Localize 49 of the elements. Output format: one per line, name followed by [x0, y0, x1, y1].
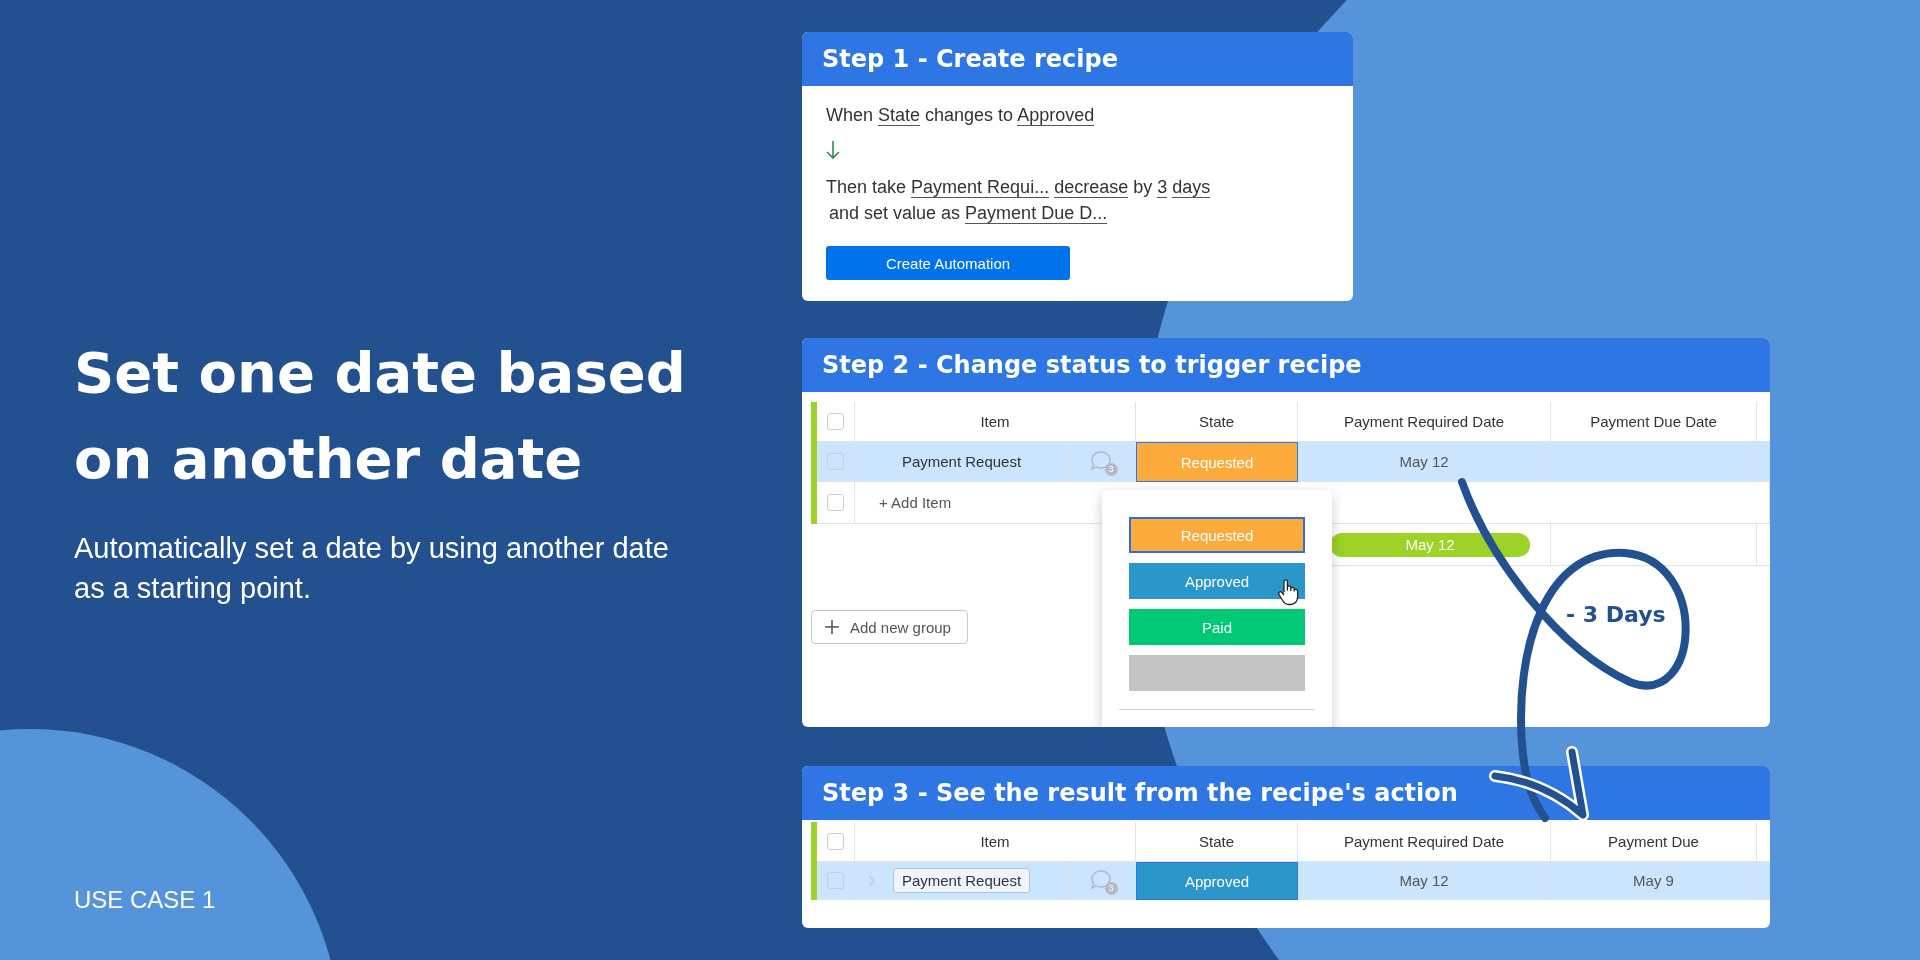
use-case-label: USE CASE 1: [74, 886, 217, 914]
step-title: Step 3 - See the result from the recipe's action: [802, 766, 1770, 820]
create-automation-button[interactable]: Create Automation: [826, 246, 1070, 280]
comment-count-badge: 3: [1104, 462, 1118, 476]
item-name-field[interactable]: Payment Request: [892, 868, 1031, 893]
column-header: Item: [855, 402, 1136, 442]
recipe-sentence: and set value as Payment Due D...: [828, 202, 1108, 226]
recipe-field-link[interactable]: Payment Due D...: [965, 203, 1108, 224]
recipe-field-link[interactable]: 3: [1157, 177, 1168, 198]
status-option[interactable]: [1129, 655, 1305, 691]
column-header: Payment Required Date: [1298, 402, 1551, 442]
checkbox[interactable]: [827, 872, 844, 889]
plus-icon: [824, 619, 840, 635]
column-header: State: [1136, 822, 1298, 862]
column-header: Payment Due Date: [1551, 402, 1757, 442]
column-header: Item: [855, 822, 1136, 862]
checkbox[interactable]: [827, 833, 844, 850]
checkbox[interactable]: [827, 413, 844, 430]
table-cell: [1757, 862, 1770, 900]
add-new-group-button[interactable]: Add new group: [811, 610, 968, 644]
column-header: State: [1136, 402, 1298, 442]
date-cell: May 12: [1298, 862, 1551, 900]
arrow-down-icon: [826, 140, 840, 160]
checkbox[interactable]: [827, 494, 844, 511]
comment-count-badge: 3: [1104, 881, 1118, 895]
comment-bubble-icon[interactable]: [1089, 868, 1112, 891]
hand-pointer-icon: [1277, 578, 1299, 606]
recipe-sentence: When State changes to Approved: [826, 104, 1095, 128]
recipe-field-link[interactable]: decrease: [1054, 177, 1129, 198]
description: Automatically set a date by using another date as a starting point.: [74, 531, 670, 606]
step-title: Step 1 - Create recipe: [802, 32, 1353, 86]
offset-label: - 3 Days: [1566, 602, 1666, 627]
checkbox[interactable]: [827, 453, 844, 470]
step-title: Step 2 - Change status to trigger recipe: [802, 338, 1770, 392]
headline: Set one date based on another date: [74, 339, 687, 493]
column-header: Payment Due: [1551, 822, 1757, 862]
column-header: Payment Required Date: [1298, 822, 1551, 862]
table-cell: [1757, 442, 1770, 482]
date-range-bar: May 12: [1330, 532, 1530, 557]
date-cell: May 12: [1298, 442, 1551, 482]
recipe-field-link[interactable]: State: [878, 105, 921, 126]
recipe-field-link[interactable]: Payment Requi...: [911, 177, 1050, 198]
item-name[interactable]: Payment Request: [901, 453, 1022, 470]
chevron-right-icon[interactable]: [867, 874, 875, 887]
recipe-field-link[interactable]: Approved: [1017, 105, 1095, 126]
recipe-sentence: Then take Payment Requi... decrease by 3 days: [826, 176, 1211, 200]
comment-bubble-icon[interactable]: [1089, 449, 1112, 472]
recipe-field-link[interactable]: days: [1172, 177, 1211, 198]
date-cell: May 9: [1551, 862, 1757, 900]
